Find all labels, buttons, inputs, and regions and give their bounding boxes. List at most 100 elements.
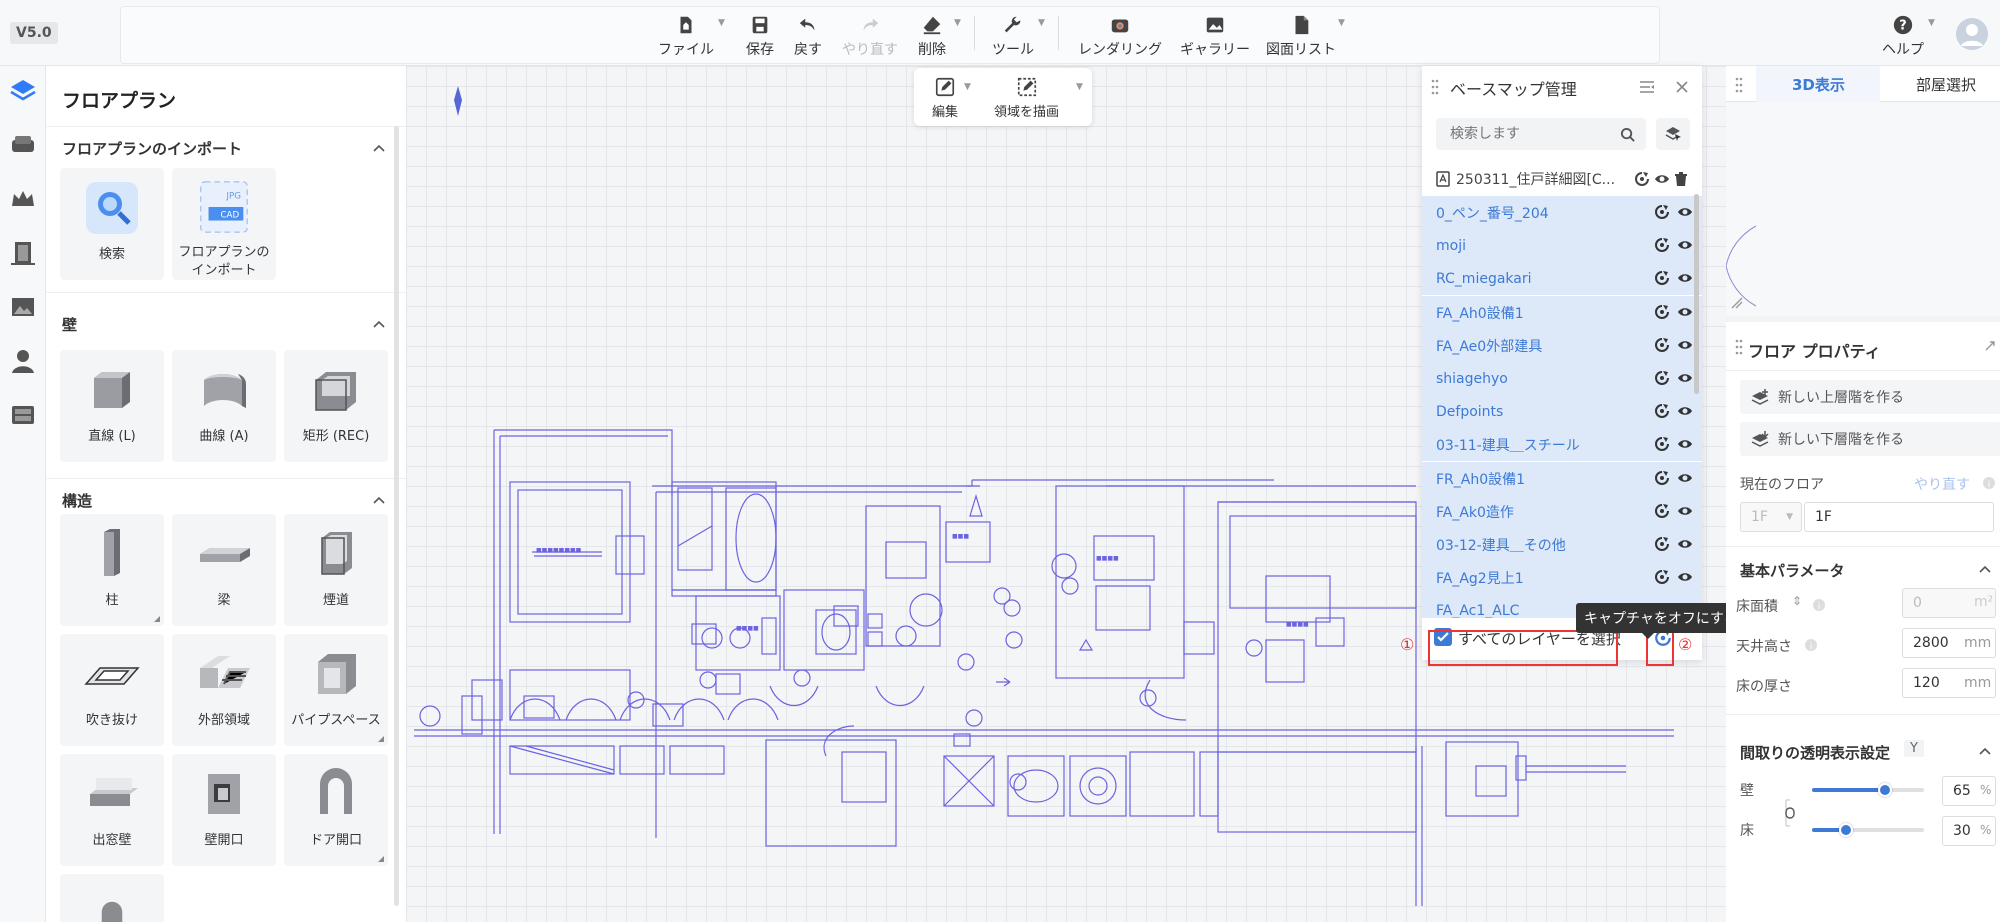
chevron-up-icon[interactable]	[372, 493, 386, 507]
wall-opacity-slider[interactable]	[1812, 783, 1924, 797]
more-structure-tile[interactable]	[60, 874, 164, 922]
chevron-down-icon[interactable]: ▼	[954, 18, 961, 28]
collapse-icon[interactable]	[1638, 79, 1656, 95]
basemap-search-input[interactable]	[1436, 118, 1646, 150]
expand-icon[interactable]	[1984, 340, 1996, 352]
layer-row[interactable]: FR_Ah0設備1	[1422, 462, 1702, 495]
flue-tile[interactable]: 煙道	[284, 514, 388, 626]
layer-select-button[interactable]	[1656, 118, 1690, 150]
bay-window-tile[interactable]: 出窓壁	[60, 754, 164, 866]
eye-icon[interactable]	[1654, 171, 1670, 187]
layer-row[interactable]: 03-12-建具＿その他	[1422, 528, 1702, 561]
capture-icon[interactable]	[1654, 569, 1670, 585]
layer-row[interactable]: FA_Ag2見上1	[1422, 561, 1702, 594]
eye-icon[interactable]	[1677, 536, 1693, 552]
capture-icon[interactable]	[1654, 270, 1670, 286]
door-icon[interactable]	[8, 238, 38, 268]
curved-wall-tile[interactable]: 曲線 (A)	[172, 350, 276, 462]
floorplan-layers-icon[interactable]	[8, 76, 38, 106]
file-menu-button[interactable]: ファイル	[658, 14, 714, 59]
search-icon[interactable]	[1620, 127, 1635, 142]
chevron-up-icon[interactable]	[1978, 744, 1992, 758]
sort-icon[interactable]: ⇕	[1792, 594, 1802, 608]
rendering-button[interactable]: レンダリング	[1078, 14, 1162, 59]
layer-row[interactable]: FA_Ak0造作	[1422, 495, 1702, 528]
column-tile[interactable]: 柱	[60, 514, 164, 626]
chevron-down-icon[interactable]: ▼	[1928, 18, 1935, 28]
drag-handle-icon[interactable]	[1430, 78, 1440, 96]
help-button[interactable]: ? ヘルプ	[1882, 14, 1924, 59]
layer-row[interactable]: 0_ペン_番号_204	[1422, 196, 1702, 229]
eye-icon[interactable]	[1677, 204, 1693, 220]
straight-wall-tile[interactable]: 直線 (L)	[60, 350, 164, 462]
draw-area-button[interactable]: 領域を描画	[994, 76, 1059, 120]
capture-icon[interactable]	[1654, 370, 1670, 386]
eye-icon[interactable]	[1677, 237, 1693, 253]
save-button[interactable]: 保存	[746, 14, 774, 59]
layer-row[interactable]: FA_Ah0設備1	[1422, 296, 1702, 329]
capture-icon[interactable]	[1634, 171, 1650, 187]
eye-icon[interactable]	[1677, 503, 1693, 519]
capture-icon[interactable]	[1654, 237, 1670, 253]
eye-icon[interactable]	[1677, 337, 1693, 353]
link-icon[interactable]	[1784, 798, 1798, 828]
capture-icon[interactable]	[1654, 436, 1670, 452]
terrain-icon[interactable]	[8, 292, 38, 322]
gallery-button[interactable]: ギャラリー	[1180, 14, 1250, 59]
eye-icon[interactable]	[1677, 270, 1693, 286]
add-lower-floor-button[interactable]: 新しい下層階を作る	[1740, 422, 2000, 456]
redo-button[interactable]: やり直す	[842, 14, 898, 59]
import-floorplan-tile[interactable]: JPG CAD フロアプランの インポート	[172, 168, 276, 280]
close-icon[interactable]	[1674, 79, 1690, 95]
capture-icon[interactable]	[1654, 536, 1670, 552]
outdoor-area-tile[interactable]: 外部領域	[172, 634, 276, 746]
capture-icon[interactable]	[1654, 503, 1670, 519]
panel-scrollbar[interactable]	[394, 126, 399, 906]
avatar[interactable]	[1956, 18, 1988, 50]
basemap-file-row[interactable]: 250311_住戸詳細図[C...	[1422, 162, 1702, 195]
chevron-down-icon[interactable]: ▼	[1076, 82, 1083, 92]
eye-icon[interactable]	[1677, 370, 1693, 386]
eye-icon[interactable]	[1677, 403, 1693, 419]
search-tile[interactable]: 検索	[60, 168, 164, 280]
wall-slider-knob[interactable]	[1878, 783, 1892, 797]
chevron-up-icon[interactable]	[372, 317, 386, 331]
layer-row[interactable]: 03-11-建具＿スチール	[1422, 428, 1702, 461]
layer-list-scrollbar[interactable]	[1694, 194, 1699, 394]
atrium-tile[interactable]: 吹き抜け	[60, 634, 164, 746]
crown-icon[interactable]	[8, 184, 38, 214]
floor-slider-knob[interactable]	[1839, 823, 1853, 837]
tab-room-select[interactable]: 部屋選択	[1916, 74, 1976, 95]
delete-button[interactable]: 削除	[918, 14, 946, 59]
beam-tile[interactable]: 梁	[172, 514, 276, 626]
layer-row[interactable]: shiagehyo	[1422, 362, 1702, 395]
rect-wall-tile[interactable]: 矩形 (REC)	[284, 350, 388, 462]
eye-icon[interactable]	[1677, 304, 1693, 320]
sofa-icon[interactable]	[8, 130, 38, 160]
layer-row[interactable]: Defpoints	[1422, 395, 1702, 428]
layer-row[interactable]: FA_Ae0外部建具	[1422, 329, 1702, 362]
floor-opacity-slider[interactable]	[1812, 823, 1924, 837]
capture-icon[interactable]	[1654, 204, 1670, 220]
floor-select-dropdown[interactable]: 1F ▼	[1740, 502, 1802, 532]
drawing-list-button[interactable]: 図面リスト	[1266, 14, 1336, 59]
trash-icon[interactable]	[1674, 171, 1688, 187]
door-opening-tile[interactable]: ドア開口	[284, 754, 388, 866]
chevron-down-icon[interactable]: ▼	[1338, 18, 1345, 28]
eye-icon[interactable]	[1677, 470, 1693, 486]
capture-icon[interactable]	[1654, 304, 1670, 320]
pipe-space-tile[interactable]: パイプスペース	[284, 634, 388, 746]
drag-handle-icon[interactable]	[1734, 338, 1744, 356]
add-upper-floor-button[interactable]: 新しい上層階を作る	[1740, 380, 2000, 414]
user-icon[interactable]	[8, 346, 38, 376]
undo-button[interactable]: 戻す	[794, 14, 822, 59]
chevron-down-icon[interactable]: ▼	[1038, 18, 1045, 28]
chevron-down-icon[interactable]: ▼	[964, 82, 971, 92]
capture-icon[interactable]	[1654, 470, 1670, 486]
floor-name-input[interactable]: 1F	[1804, 502, 1994, 532]
layer-row[interactable]: moji	[1422, 229, 1702, 262]
redo-link[interactable]: やり直す	[1914, 474, 1970, 494]
drag-handle-icon[interactable]	[1734, 76, 1744, 94]
chevron-up-icon[interactable]	[1978, 562, 1992, 576]
capture-icon[interactable]	[1654, 337, 1670, 353]
